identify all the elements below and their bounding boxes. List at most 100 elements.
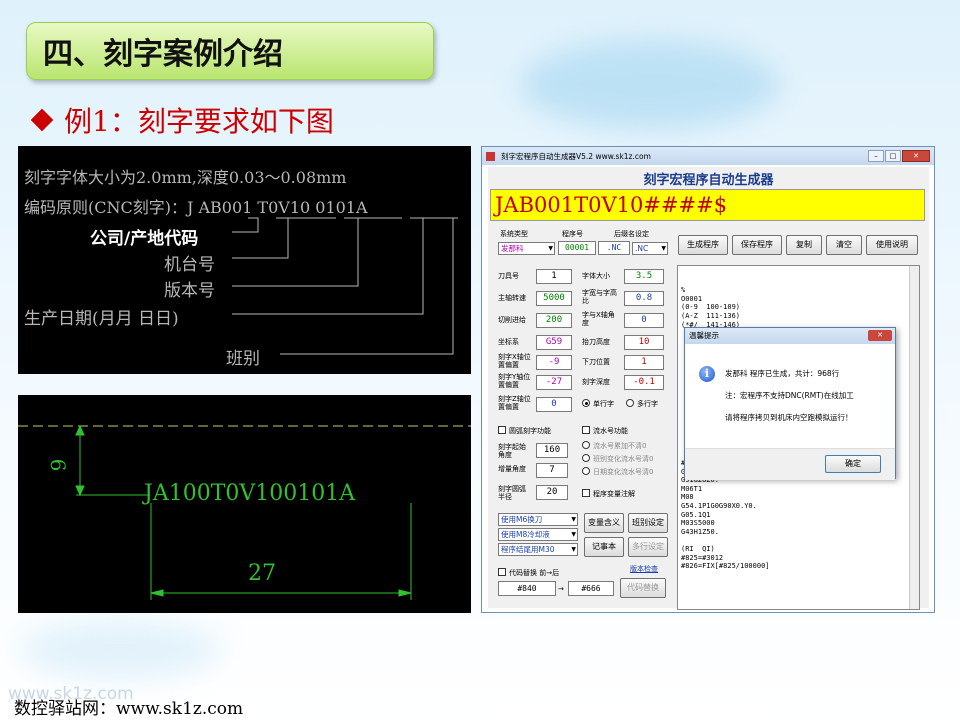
param-label-4: 刻字X轴位置偏置 — [498, 353, 531, 369]
system-type-label: 系统类型 — [500, 230, 528, 238]
multi-line-label: 多行字 — [637, 400, 658, 408]
code-line: (A-Z 111-136) — [681, 311, 741, 320]
param-field-2[interactable]: 200 — [536, 313, 572, 328]
replace-checkbox[interactable] — [498, 568, 506, 576]
footer-text: 数控驿站网：www.sk1z.com — [14, 699, 244, 719]
arc-radius-field[interactable]: 20 — [536, 485, 568, 500]
param-right-label-4: 下刀位置 — [582, 358, 610, 366]
dialog-title-bar: 温馨提示 ✕ — [685, 328, 895, 344]
multi-line-radio[interactable] — [626, 399, 634, 407]
copy-button[interactable]: 复制 — [786, 235, 822, 255]
param-label-5: 刻字Y轴位置偏置 — [498, 373, 531, 389]
code-line: G43H1Z50. — [681, 527, 719, 536]
param-field-1[interactable]: 5000 — [536, 291, 572, 306]
label-company: 公司/产地代码 — [90, 229, 199, 249]
dim-height-label: 9 — [46, 458, 71, 472]
param-field-6[interactable]: 0 — [536, 397, 572, 412]
notepad-button[interactable]: 记事本 — [584, 537, 624, 557]
dialog-ok-button[interactable]: 确定 — [825, 455, 881, 473]
requirement-figure: 刻字字体大小为2.0mm,深度0.03～0.08mm 编码原则(CNC刻字)：J… — [18, 146, 471, 374]
replace-from-field[interactable]: #840 — [498, 581, 556, 596]
param-right-field-3[interactable]: 10 — [624, 335, 664, 350]
save-button[interactable]: 保存程序 — [732, 235, 782, 255]
dialog-footer: 确定 — [685, 448, 895, 480]
program-end-select[interactable]: 程序结尾用M30 — [498, 543, 578, 556]
code-line: M03S5000 — [681, 519, 715, 528]
var-note-checkbox[interactable] — [582, 489, 590, 497]
replace-check-label: 代码替换 前→后 — [509, 569, 560, 577]
code-top-lines: % O0001 (0-9 100-109) (A-Z 111-136) (*#/ 141… — [681, 286, 916, 329]
maximize-icon[interactable]: □ — [885, 150, 901, 162]
var-meaning-button[interactable]: 变量含义 — [584, 513, 624, 533]
program-no-label: 程序号 — [562, 230, 583, 238]
replace-arrow: → — [558, 585, 564, 593]
code-replace-button[interactable]: 代码替换 — [620, 578, 666, 598]
arc-check-label: 圆弧刻字功能 — [509, 427, 551, 435]
serial-checkbox[interactable] — [582, 426, 590, 434]
param-right-field-0[interactable]: 3.5 — [624, 269, 664, 284]
param-right-field-1[interactable]: 0.8 — [624, 291, 664, 306]
param-right-label-2: 字与X轴角度 — [582, 311, 615, 327]
param-label-2: 切削进给 — [498, 316, 526, 324]
code-line: #825=#3012 — [681, 553, 724, 562]
app-icon — [486, 151, 495, 161]
param-right-field-5[interactable]: -0.1 — [624, 375, 664, 390]
label-machine: 机台号 — [164, 255, 215, 275]
program-no-field[interactable]: 00001 — [558, 241, 596, 255]
param-right-label-3: 抬刀高度 — [582, 338, 610, 346]
dialog-line3: 请将程序拷贝到机床内空跑模拟运行！ — [725, 413, 853, 422]
multiline-setting-button[interactable]: 多行设定 — [628, 537, 668, 557]
arc-checkbox[interactable] — [498, 426, 506, 434]
system-select[interactable]: 发那科 — [498, 242, 555, 255]
var-note-label: 程序变量注解 — [593, 490, 635, 498]
param-label-6: 刻字Z轴位置偏置 — [498, 395, 531, 411]
close-icon[interactable]: ✕ — [902, 150, 930, 162]
app-heading: 刻字宏程序自动生成器 — [643, 173, 774, 188]
code-line: (0-9 100-109) — [681, 303, 741, 312]
param-field-5[interactable]: -27 — [536, 375, 572, 390]
param-field-4[interactable]: -9 — [536, 355, 572, 370]
label-date: 生产日期(月月 日日) — [24, 309, 179, 329]
param-right-field-4[interactable]: 1 — [624, 355, 664, 370]
help-button[interactable]: 使用说明 — [866, 235, 918, 255]
suffix2-select[interactable]: .NC — [632, 242, 668, 255]
serial-opt2-radio[interactable] — [582, 454, 590, 462]
bullet-diamond-icon — [30, 108, 54, 132]
version-check-link[interactable]: 版本检查 — [630, 565, 658, 573]
arc-incr-label: 增量角度 — [498, 465, 526, 473]
param-field-0[interactable]: 1 — [536, 269, 572, 284]
code-line: ​ — [681, 536, 782, 545]
param-right-field-2[interactable]: 0 — [624, 313, 664, 328]
single-line-label: 单行字 — [593, 400, 614, 408]
serial-check-label: 流水号功能 — [593, 427, 628, 435]
dialog-close-icon[interactable]: ✕ — [868, 330, 892, 341]
dialog-line2: 注：宏程序不支持DNC(RMT)在线加工 — [725, 391, 854, 400]
arc-incr-field[interactable]: 7 — [536, 463, 568, 478]
replace-to-field[interactable]: #666 — [568, 581, 614, 596]
info-dialog: 温馨提示 ✕ i 发那科 程序已生成，共计：968行 注：宏程序不支持DNC(R… — [684, 327, 896, 480]
param-field-3[interactable]: G59 — [536, 335, 572, 350]
single-line-radio[interactable] — [582, 399, 590, 407]
label-shift: 班别 — [226, 349, 260, 369]
app-window: 刻字宏程序自动生成器V5.2 www.sk1z.com – □ ✕ 刻字宏程序自… — [481, 146, 935, 613]
tool-change-select[interactable]: 使用M6换刀 — [498, 513, 578, 526]
generate-button[interactable]: 生成程序 — [678, 235, 728, 255]
param-right-label-0: 字体大小 — [582, 272, 610, 280]
dialog-line1: 发那科 程序已生成，共计：968行 — [725, 369, 840, 378]
code-line: % — [681, 286, 686, 295]
coolant-select[interactable]: 使用M8冷却液 — [498, 528, 578, 541]
label-version: 版本号 — [164, 281, 215, 301]
suffix1-field[interactable]: .NC — [598, 241, 630, 255]
arc-start-field[interactable]: 160 — [536, 443, 568, 458]
serial-opt1-label: 流水号累加不清0 — [593, 442, 647, 450]
leader-lines — [232, 217, 458, 355]
shift-setting-button[interactable]: 班别设定 — [628, 513, 668, 533]
clear-button[interactable]: 清空 — [826, 235, 862, 255]
example-heading-row: 例1：刻字要求如下图 — [30, 100, 334, 140]
serial-opt3-radio[interactable] — [582, 467, 590, 475]
slide-title: 四、刻字案例介绍 — [26, 22, 434, 80]
dialog-title: 温馨提示 — [689, 331, 719, 340]
serial-opt1-radio[interactable] — [582, 441, 590, 449]
code-scrollbar[interactable] — [909, 266, 919, 609]
minimize-icon[interactable]: – — [868, 150, 884, 162]
